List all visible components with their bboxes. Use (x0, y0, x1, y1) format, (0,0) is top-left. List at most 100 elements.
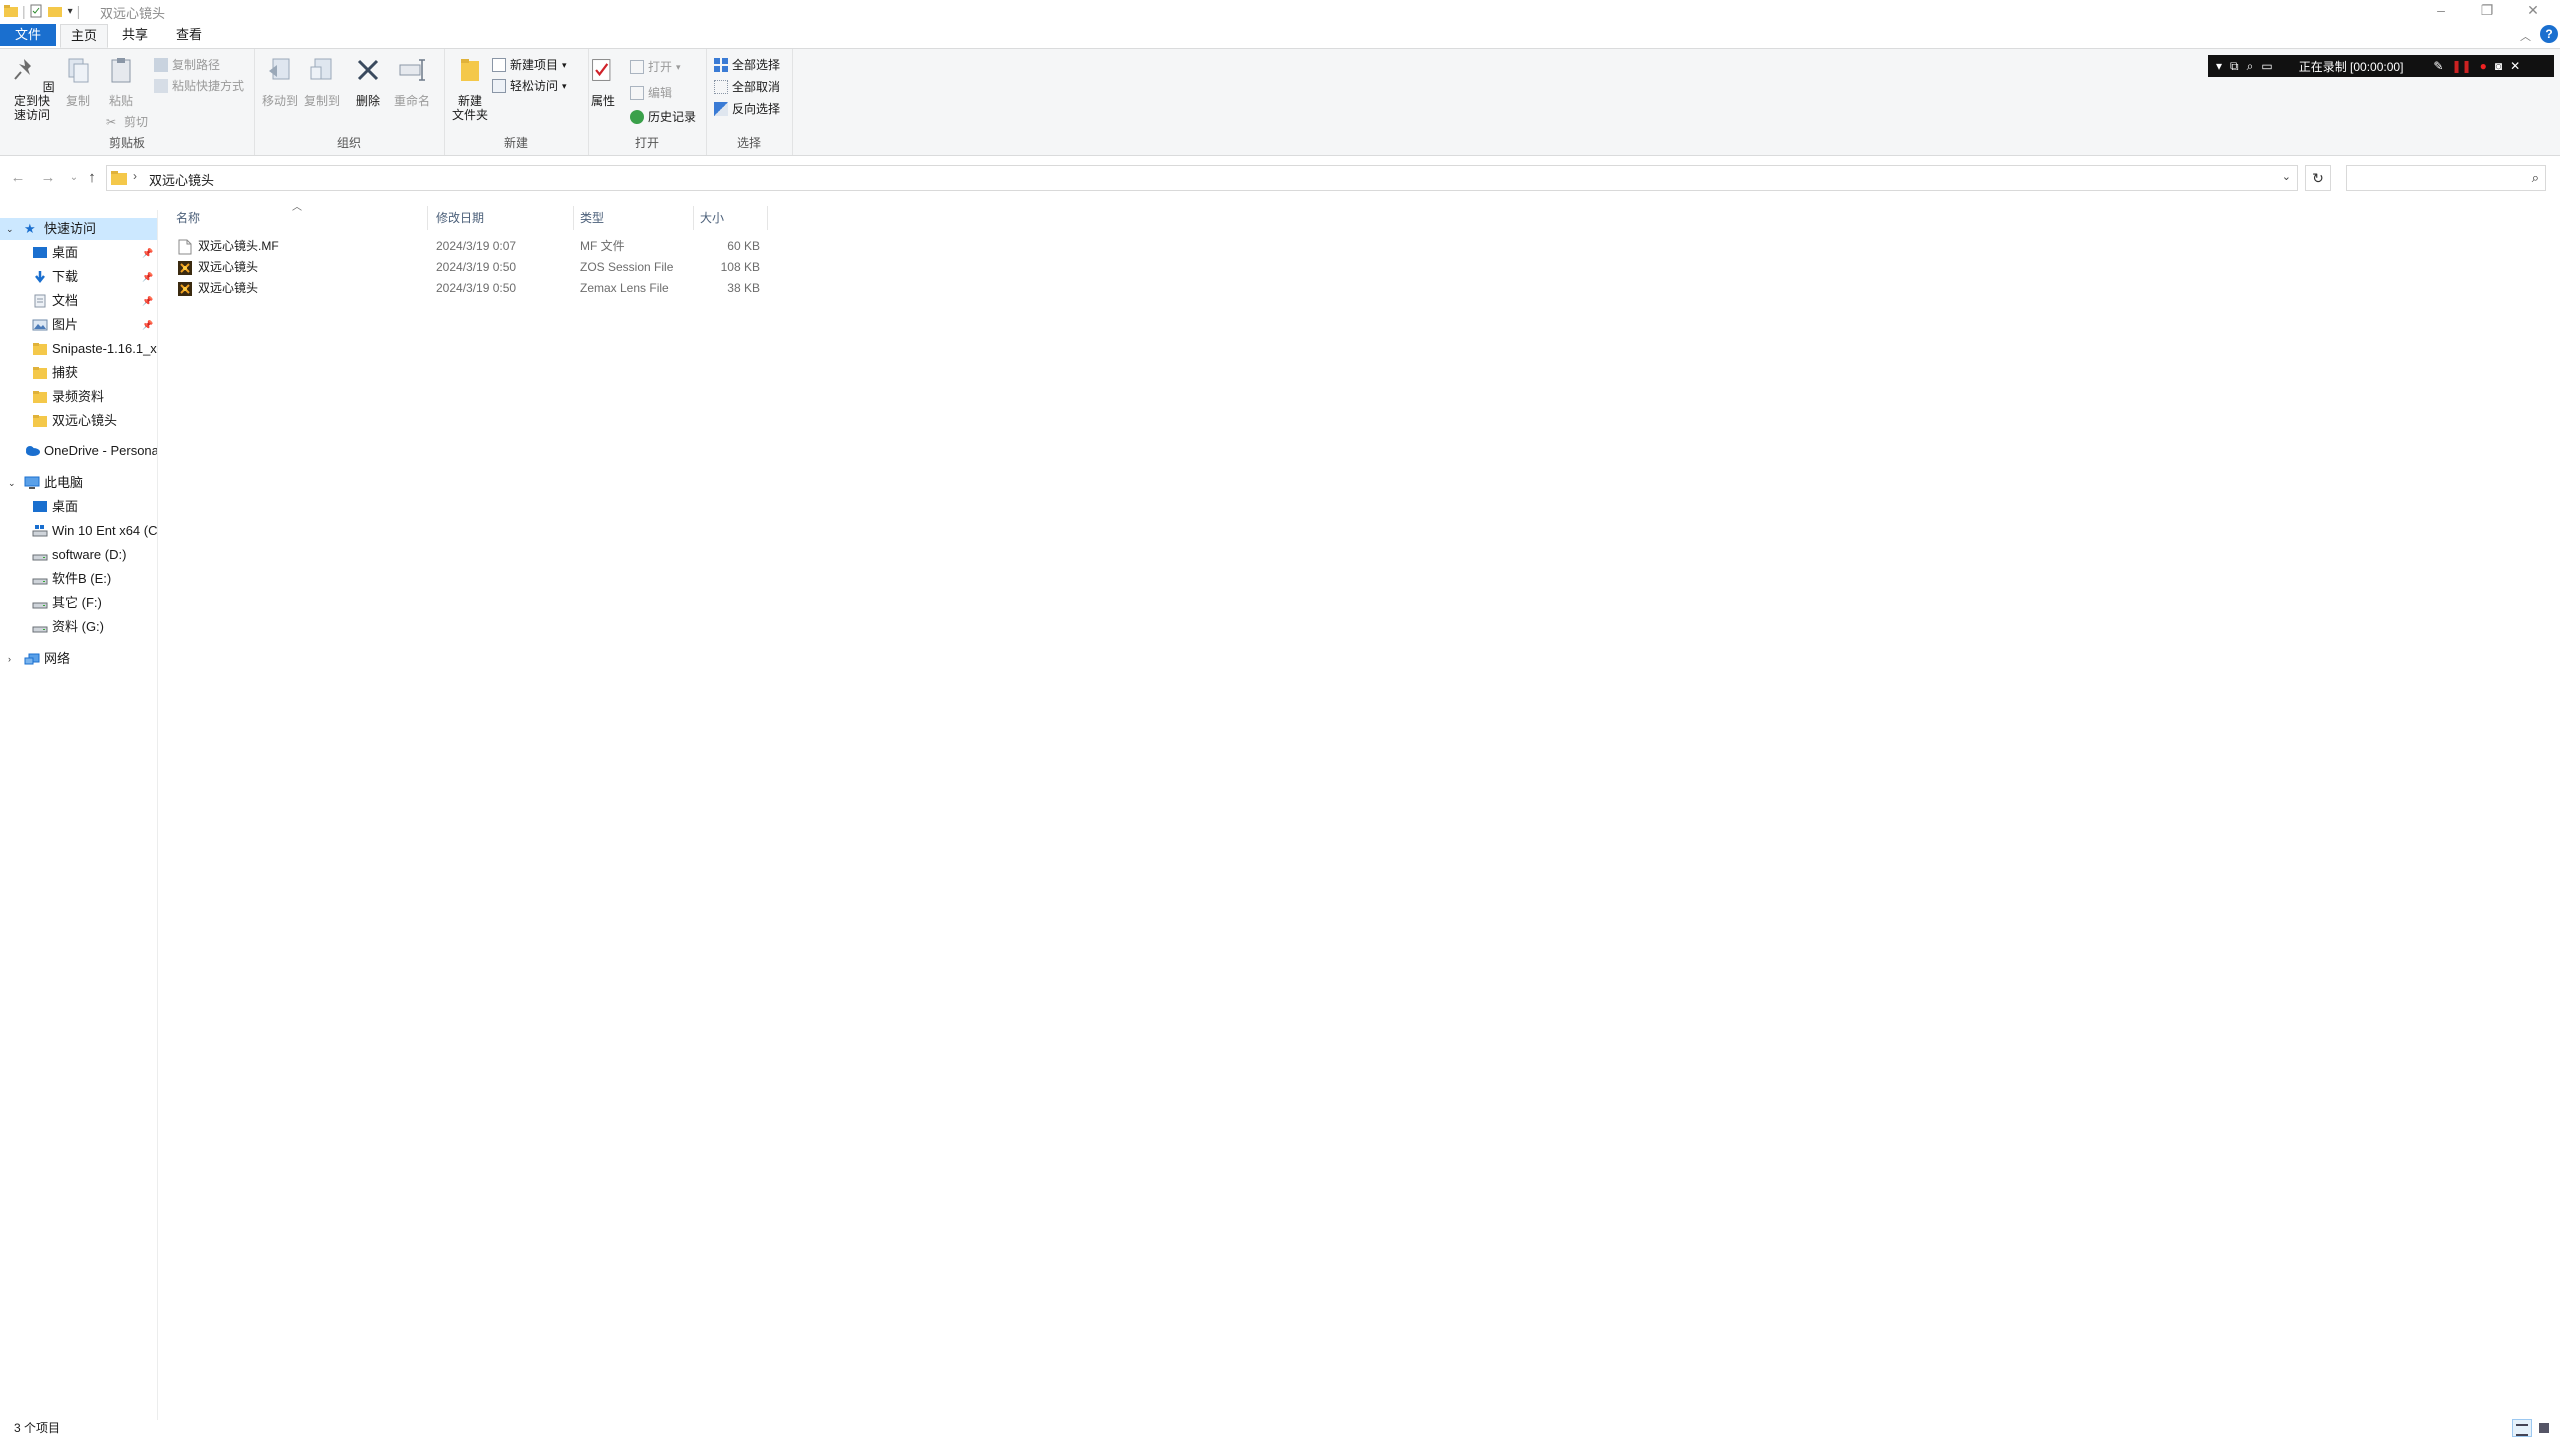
expand-chevron-icon[interactable]: › (8, 648, 11, 670)
column-header-modified[interactable]: 修改日期 (432, 206, 574, 230)
nav-item-label: 文档 (52, 293, 79, 308)
breadcrumb-separator-icon[interactable]: › (133, 169, 137, 183)
camera-icon[interactable]: ◙ (2495, 59, 2502, 73)
search-input[interactable] (2351, 167, 2515, 191)
tab-file[interactable]: 文件 (0, 24, 56, 46)
history-button[interactable]: 历史记录 (630, 107, 696, 127)
close-recorder-icon[interactable]: ✕ (2510, 59, 2520, 73)
nav-item[interactable]: 图片 📌 (0, 314, 157, 336)
nav-pc-item[interactable]: Win 10 Ent x64 (C (0, 520, 157, 542)
rename-button[interactable]: 重命名 (390, 55, 434, 108)
properties-button[interactable]: 属性 (588, 55, 618, 108)
tab-view[interactable]: 查看 (166, 24, 212, 46)
table-row[interactable]: 双远心镜头 2024/3/19 0:50 ZOS Session File 108 K… (172, 257, 772, 278)
window-icon[interactable]: ▭ (2261, 59, 2272, 73)
close-button[interactable]: ✕ (2510, 0, 2556, 22)
select-none-button[interactable]: 全部取消 (714, 77, 780, 97)
nav-item[interactable]: 双远心镜头 (0, 410, 157, 432)
recent-locations-button[interactable]: ⌄ (64, 167, 84, 189)
nav-item[interactable]: 文档 📌 (0, 290, 157, 312)
zoom-icon[interactable]: ⌕ (2247, 59, 2254, 74)
new-item-button[interactable]: 新建项目 ▾ (492, 55, 567, 75)
pen-icon[interactable]: ✎ (2433, 59, 2443, 73)
address-dropdown-icon[interactable]: ⌄ (2282, 170, 2291, 183)
nav-item[interactable]: Snipaste-1.16.1_x6 (0, 338, 157, 360)
new-folder-button[interactable]: 新建 文件夹 (448, 55, 492, 122)
select-all-icon (714, 58, 728, 72)
cut-button[interactable]: ✂ 剪切 (106, 112, 148, 132)
tab-home[interactable]: 主页 (60, 24, 109, 48)
nav-item[interactable]: 桌面 📌 (0, 242, 157, 264)
nav-this-pc[interactable]: ⌄ 此电脑 (0, 472, 157, 494)
paste-shortcut-button[interactable]: 粘贴快捷方式 (154, 76, 244, 96)
select-all-button[interactable]: 全部选择 (714, 55, 780, 75)
properties-icon (592, 59, 611, 81)
expand-chevron-icon[interactable]: ⌄ (8, 472, 16, 494)
file-type: Zemax Lens File (580, 281, 669, 295)
nav-item[interactable]: 下载 📌 (0, 266, 157, 288)
back-button[interactable]: ← (8, 167, 28, 189)
column-header-name[interactable]: 名称 (172, 206, 428, 230)
pause-icon[interactable]: ❚❚ (2451, 59, 2471, 73)
address-bar[interactable]: › 双远心镜头 ⌄ (106, 165, 2298, 191)
zemax-file-icon (178, 282, 192, 296)
copy-button[interactable]: 复制 (58, 55, 98, 108)
open-label: 打开 (648, 60, 673, 74)
pin-quick-access-button[interactable]: 固定到快 速访问 (8, 55, 56, 122)
tab-share[interactable]: 共享 (112, 24, 158, 46)
refresh-button[interactable]: ↻ (2305, 165, 2331, 191)
new-folder-quick-icon[interactable] (47, 5, 62, 17)
ribbon-tabs: 文件 主页 共享 查看 ︿ ? (0, 22, 2560, 48)
nav-pc-item[interactable]: 桌面 (0, 496, 157, 518)
pin-icon: 📌 (142, 272, 154, 282)
nav-item[interactable]: 捕获 (0, 362, 157, 384)
record-icon[interactable]: ● (2480, 59, 2487, 73)
nav-network[interactable]: › 网络 (0, 648, 157, 670)
collapse-ribbon-icon[interactable]: ︿ (2520, 28, 2531, 44)
nav-pc-item[interactable]: 资料 (G:) (0, 616, 157, 638)
help-icon[interactable]: ? (2540, 25, 2558, 43)
nav-pc-item[interactable]: 其它 (F:) (0, 592, 157, 614)
up-button[interactable]: ↑ (82, 167, 102, 189)
nav-quick-access-label: 快速访问 (44, 221, 97, 236)
customize-toolbar-icon[interactable]: ▾ (68, 6, 73, 17)
breadcrumb[interactable]: 双远心镜头 (149, 170, 214, 189)
restore-button[interactable]: ❐ (2464, 0, 2510, 22)
properties-quick-icon[interactable] (30, 4, 42, 18)
easy-access-button[interactable]: 轻松访问 ▾ (492, 76, 567, 96)
nav-quick-access[interactable]: ⌄ ★ 快速访问 (0, 218, 157, 240)
move-to-button[interactable]: 移动到 (258, 55, 302, 108)
details-view-button[interactable] (2512, 1419, 2532, 1437)
picture-icon (32, 319, 48, 331)
dropdown-icon[interactable]: ▾ (2216, 59, 2222, 73)
invert-selection-button[interactable]: 反向选择 (714, 99, 780, 119)
nav-onedrive[interactable]: OneDrive - Persona (0, 440, 157, 462)
open-button[interactable]: 打开 ▾ (630, 57, 681, 77)
copy-to-button[interactable]: 复制到 (300, 55, 344, 108)
edit-label: 编辑 (648, 86, 673, 100)
file-name: 双远心镜头 (198, 260, 259, 274)
column-header-size[interactable]: 大小 (696, 206, 768, 230)
folder-icon (111, 171, 127, 185)
delete-button[interactable]: 删除 (350, 55, 386, 108)
region-icon[interactable]: ⧉ (2230, 59, 2239, 74)
column-header-type[interactable]: 类型 (576, 206, 694, 230)
minimize-button[interactable]: – (2418, 0, 2464, 22)
computer-icon (24, 476, 40, 489)
search-box[interactable]: ⌕ (2346, 165, 2546, 191)
edit-button[interactable]: 编辑 (630, 83, 672, 103)
paste-button[interactable]: 粘贴 (100, 55, 142, 108)
copy-path-button[interactable]: 复制路径 (154, 55, 220, 75)
large-icons-view-button[interactable] (2534, 1419, 2554, 1437)
nav-item[interactable]: 录频资料 (0, 386, 157, 408)
forward-button[interactable]: → (38, 167, 58, 189)
table-row[interactable]: 双远心镜头 2024/3/19 0:50 Zemax Lens File 38 KB (172, 278, 772, 299)
nav-pc-item[interactable]: 软件B (E:) (0, 568, 157, 590)
file-type: ZOS Session File (580, 260, 674, 274)
table-row[interactable]: 双远心镜头.MF 2024/3/19 0:07 MF 文件 60 KB (172, 236, 772, 257)
nav-pc-item-label: 软件B (E:) (52, 571, 112, 586)
nav-pc-item[interactable]: software (D:) (0, 544, 157, 566)
copy-to-icon (310, 58, 332, 80)
file-name: 双远心镜头.MF (198, 239, 279, 253)
expand-chevron-icon[interactable]: ⌄ (6, 218, 14, 240)
